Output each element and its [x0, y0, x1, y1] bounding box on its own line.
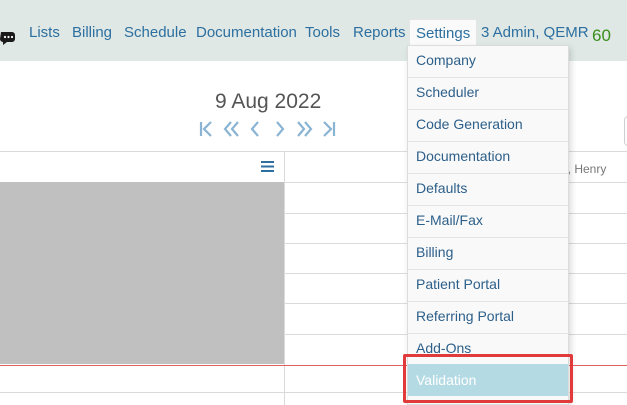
- nav-billing[interactable]: Billing: [72, 24, 112, 41]
- menu-item-company[interactable]: Company: [408, 46, 568, 78]
- chat-bubble-icon[interactable]: [0, 30, 16, 46]
- nav-lists[interactable]: Lists: [29, 24, 60, 41]
- previous-day-icon[interactable]: [250, 120, 260, 138]
- menu-item-scheduler[interactable]: Scheduler: [408, 78, 568, 110]
- nav-user-menu[interactable]: 3 Admin, QEMR: [481, 24, 589, 41]
- provider-column-header: l, Henry: [565, 162, 607, 176]
- column-menu-icon[interactable]: [261, 161, 274, 172]
- first-page-icon[interactable]: [199, 120, 213, 138]
- column-divider: [284, 151, 285, 405]
- menu-item-email-fax[interactable]: E-Mail/Fax: [408, 206, 568, 238]
- menu-item-billing[interactable]: Billing: [408, 238, 568, 270]
- notification-count[interactable]: 60: [592, 26, 611, 46]
- rewind-week-icon[interactable]: [223, 120, 239, 138]
- menu-item-code-generation[interactable]: Code Generation: [408, 110, 568, 142]
- settings-dropdown-menu: Company Scheduler Code Generation Docume…: [407, 45, 569, 405]
- menu-item-referring-portal[interactable]: Referring Portal: [408, 302, 568, 334]
- forward-week-icon[interactable]: [297, 120, 313, 138]
- nav-settings[interactable]: Settings: [409, 19, 478, 47]
- blocked-time-slot[interactable]: [0, 182, 284, 364]
- menu-item-patient-portal[interactable]: Patient Portal: [408, 270, 568, 302]
- nav-schedule[interactable]: Schedule: [124, 24, 187, 41]
- menu-item-add-ons[interactable]: Add-Ons: [408, 334, 568, 366]
- nav-tools[interactable]: Tools: [305, 24, 340, 41]
- nav-documentation[interactable]: Documentation: [196, 24, 297, 41]
- menu-item-validation[interactable]: Validation: [408, 364, 568, 396]
- menu-item-defaults[interactable]: Defaults: [408, 174, 568, 206]
- schedule-date: 9 Aug 2022: [215, 90, 322, 113]
- last-page-icon[interactable]: [322, 120, 336, 138]
- nav-reports[interactable]: Reports: [353, 24, 406, 41]
- menu-item-documentation[interactable]: Documentation: [408, 142, 568, 174]
- next-day-icon[interactable]: [275, 120, 285, 138]
